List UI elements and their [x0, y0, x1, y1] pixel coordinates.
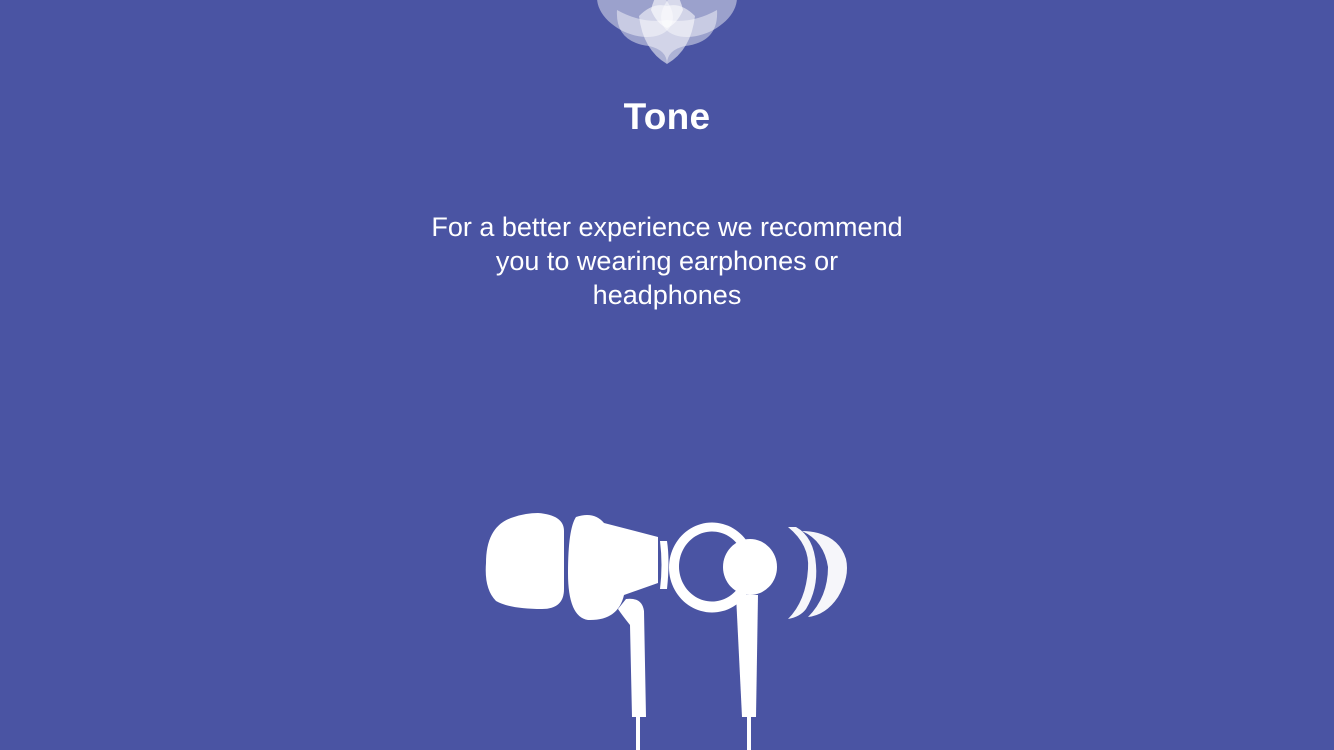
recommendation-line-2: you to wearing earphones or	[495, 246, 839, 276]
headphones-recommendation-text: For a better experience we recommend you…	[367, 210, 967, 312]
recommendation-line-3: headphones	[592, 280, 742, 310]
lotus-logo-icon	[597, 0, 737, 64]
app-title: Tone	[623, 96, 711, 137]
earphones-icon	[485, 513, 847, 750]
recommendation-line-1: For a better experience we recommend	[431, 212, 903, 242]
